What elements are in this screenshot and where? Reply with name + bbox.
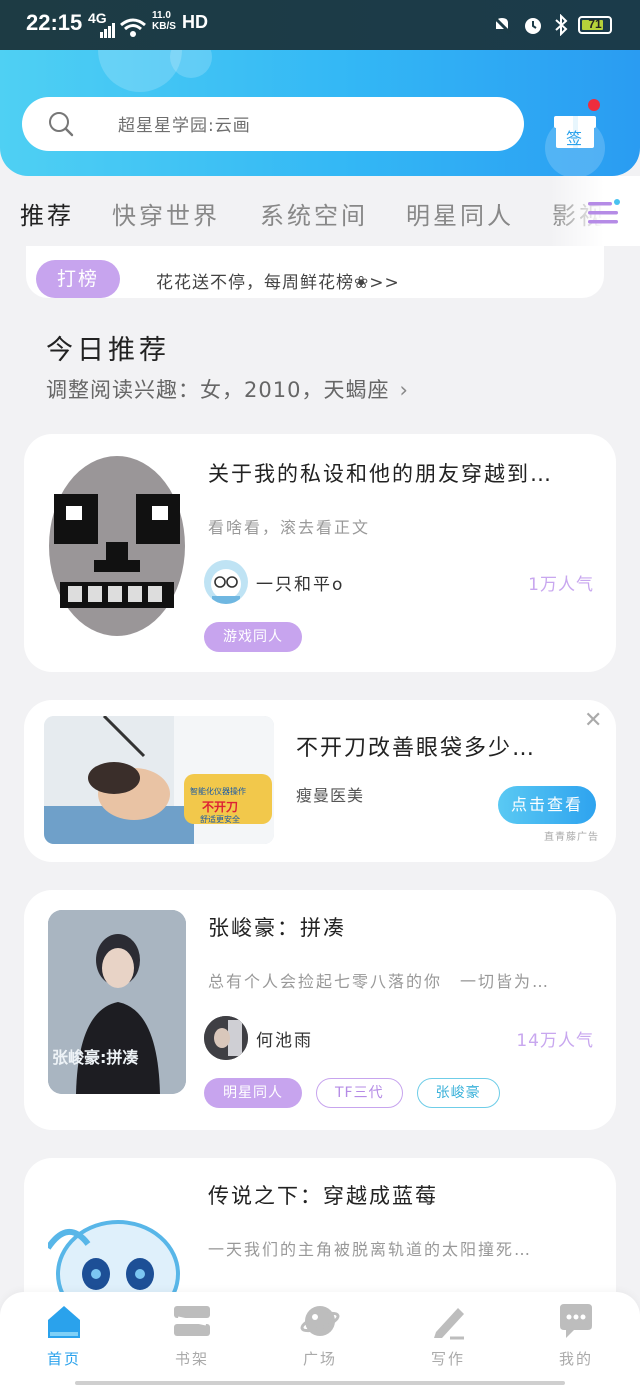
net-speed-value: 11.0 bbox=[152, 10, 171, 21]
ad-view-button[interactable]: 点击查看 bbox=[498, 786, 596, 824]
category-tabs: 推荐 快穿世界 系统空间 明星同人 影视 bbox=[0, 176, 640, 255]
wifi-icon bbox=[120, 18, 146, 37]
pen-icon bbox=[434, 1308, 464, 1340]
cover-title-text: 张峻豪:拼凑 bbox=[52, 1048, 139, 1067]
book-card[interactable]: 关于我的私设和他的朋友穿越到… 看啥看，滚去看正文 一只和平o 1万人气 游戏同… bbox=[24, 434, 616, 672]
nav-square[interactable]: 广场 bbox=[280, 1302, 360, 1369]
author-name: 一只和平o bbox=[256, 575, 345, 595]
battery-percent: 71 bbox=[588, 17, 602, 31]
battery-icon: 71 bbox=[578, 16, 612, 34]
reading-interest-text: 调整阅读兴趣：女，2010，天蝎座 bbox=[46, 378, 390, 402]
nav-write[interactable]: 写作 bbox=[408, 1302, 488, 1369]
home-icon bbox=[48, 1306, 80, 1338]
bookshelf-icon bbox=[174, 1306, 210, 1336]
bottom-nav: 首页 书架 广场 写作 我的 bbox=[0, 1292, 640, 1387]
ad-title: 不开刀改善眼袋多少… bbox=[296, 736, 537, 761]
search-icon bbox=[49, 112, 74, 137]
ad-caption: 智能化仪器操作 bbox=[190, 787, 246, 796]
status-time: 22:15 bbox=[26, 10, 83, 35]
category-menu-icon[interactable] bbox=[588, 198, 620, 228]
chevron-right-icon: › bbox=[399, 378, 409, 402]
close-icon[interactable]: ✕ bbox=[584, 708, 602, 733]
checkin-label: 签 bbox=[566, 129, 583, 148]
ad-image: 智能化仪器操作 不开刀 舒适更安全 bbox=[44, 716, 274, 844]
mute-icon bbox=[492, 15, 512, 35]
author-avatar[interactable] bbox=[204, 560, 248, 604]
book-desc: 总有个人会捡起七零八落的你 一切皆为… bbox=[208, 972, 551, 991]
book-desc: 看啥看，滚去看正文 bbox=[208, 518, 371, 537]
rank-tag: 打榜 bbox=[36, 260, 120, 298]
tag-list: 游戏同人 bbox=[204, 622, 302, 652]
ad-card[interactable]: 智能化仪器操作 不开刀 舒适更安全 不开刀改善眼袋多少… 瘦曼医美 点击查看 ✕… bbox=[24, 700, 616, 862]
status-bar: 22:15 4G 11.0 KB/S HD 71 bbox=[0, 0, 640, 50]
tab-system-space[interactable]: 系统空间 bbox=[260, 196, 368, 231]
ad-brand: 瘦曼医美 bbox=[296, 786, 365, 805]
skull-cover-image bbox=[49, 456, 185, 636]
tag[interactable]: 游戏同人 bbox=[204, 622, 302, 652]
tag-list: 明星同人 TF三代 张峻豪 bbox=[204, 1078, 500, 1108]
popularity: 1万人气 bbox=[528, 575, 594, 595]
ad-caption-sub: 舒适更安全 bbox=[200, 815, 240, 824]
net-speed-unit: KB/S bbox=[152, 21, 176, 32]
planet-icon bbox=[300, 1306, 340, 1336]
avatar-image bbox=[204, 1016, 248, 1060]
rank-text: 花花送不停，每周鲜花榜❀>> bbox=[156, 273, 400, 293]
author-name: 何池雨 bbox=[256, 1031, 313, 1051]
ad-caption-strong: 不开刀 bbox=[202, 800, 239, 814]
nav-mine[interactable]: 我的 bbox=[536, 1302, 616, 1369]
popularity: 14万人气 bbox=[516, 1031, 594, 1051]
signal-icon bbox=[100, 23, 115, 38]
tab-star-fanfic[interactable]: 明星同人 bbox=[406, 196, 514, 231]
nav-label: 我的 bbox=[558, 1350, 593, 1368]
nav-bookshelf[interactable]: 书架 bbox=[152, 1302, 232, 1369]
nav-home[interactable]: 首页 bbox=[24, 1302, 104, 1369]
hd-indicator: HD bbox=[182, 12, 208, 32]
nav-label: 广场 bbox=[302, 1350, 337, 1368]
author-row: 一只和平o 1万人气 bbox=[204, 560, 594, 604]
book-title: 传说之下：穿越成蓝莓 bbox=[208, 1184, 438, 1208]
tag[interactable]: TF三代 bbox=[316, 1078, 403, 1108]
chat-bubble-icon bbox=[560, 1304, 592, 1338]
author-avatar[interactable] bbox=[204, 1016, 248, 1060]
tab-recommend[interactable]: 推荐 bbox=[20, 196, 74, 231]
rank-banner[interactable]: 打榜 花花送不停，每周鲜花榜❀>> bbox=[26, 246, 604, 298]
book-cover bbox=[48, 454, 186, 638]
tag[interactable]: 张峻豪 bbox=[416, 1078, 500, 1108]
home-indicator bbox=[75, 1381, 565, 1385]
book-cover: 张峻豪:拼凑 bbox=[48, 910, 186, 1094]
tab-quick-travel[interactable]: 快穿世界 bbox=[112, 196, 220, 231]
alarm-icon bbox=[525, 18, 541, 34]
section-title: 今日推荐 bbox=[46, 335, 170, 366]
checkin-gift-button[interactable]: 签 bbox=[546, 98, 604, 156]
book-card[interactable]: 张峻豪:拼凑 张峻豪：拼凑 总有个人会捡起七零八落的你 一切皆为… 何池雨 14… bbox=[24, 890, 616, 1130]
avatar-image bbox=[211, 569, 241, 604]
ad-source-label: 直青藤广告 bbox=[544, 832, 599, 843]
author-row: 何池雨 14万人气 bbox=[204, 1016, 594, 1060]
book-title: 关于我的私设和他的朋友穿越到… bbox=[208, 462, 553, 486]
nav-label: 书架 bbox=[174, 1350, 209, 1368]
bluetooth-icon bbox=[555, 14, 568, 36]
book-desc: 一天我们的主角被脱离轨道的太阳撞死… bbox=[208, 1240, 533, 1259]
net-speed: 11.0 KB/S bbox=[152, 10, 176, 32]
book-title: 张峻豪：拼凑 bbox=[208, 916, 346, 940]
nav-label: 首页 bbox=[46, 1350, 81, 1368]
status-right: 71 bbox=[492, 14, 612, 36]
tag[interactable]: 明星同人 bbox=[204, 1078, 302, 1108]
search-bar[interactable]: 超星星学园:云画 bbox=[22, 97, 524, 151]
search-placeholder: 超星星学园:云画 bbox=[118, 116, 251, 136]
nav-label: 写作 bbox=[430, 1350, 465, 1368]
reading-interest-link[interactable]: 调整阅读兴趣：女，2010，天蝎座 › bbox=[46, 374, 409, 404]
